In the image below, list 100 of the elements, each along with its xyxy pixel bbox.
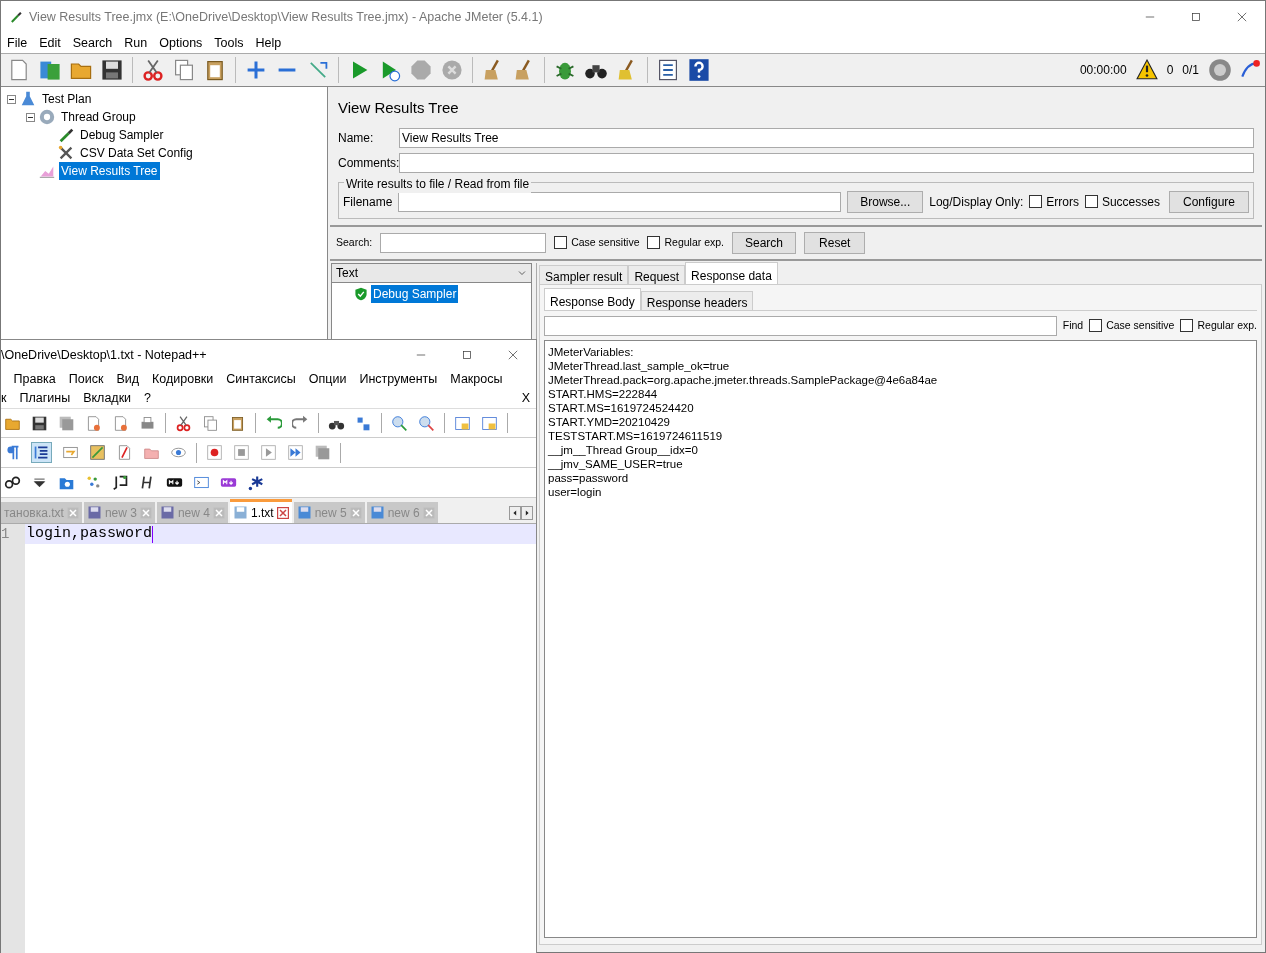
maximize-button[interactable]	[460, 348, 474, 362]
tree-item[interactable]: Debug Sampler	[78, 126, 166, 144]
tree-item[interactable]: CSV Data Set Config	[78, 144, 195, 162]
copy-icon[interactable]	[202, 414, 219, 432]
menu-item[interactable]: Правка	[7, 370, 63, 389]
browse-button[interactable]: Browse...	[847, 190, 924, 213]
tab[interactable]: Sampler result	[539, 264, 629, 284]
menu-item[interactable]: Help	[249, 33, 288, 53]
pipette-icon	[57, 126, 75, 144]
file-tab[interactable]: 1.txt	[229, 499, 292, 523]
checkbox[interactable]	[647, 236, 661, 249]
tab[interactable]: Request	[628, 264, 686, 284]
map-icon[interactable]	[89, 444, 106, 461]
search-button[interactable]: Search	[732, 231, 797, 254]
function-list-icon[interactable]	[116, 444, 133, 461]
response-line: __jmv_SAME_USER=true	[548, 456, 684, 471]
expand-toggle[interactable]	[7, 94, 16, 104]
checkbox-label: Regular exp.	[664, 234, 724, 250]
result-item[interactable]: Debug Sampler	[371, 284, 459, 303]
wrap-icon[interactable]	[62, 444, 79, 461]
left-arrow-icon	[511, 509, 519, 517]
close-document-button[interactable]: X	[521, 389, 530, 408]
zoom-in-icon[interactable]	[391, 414, 408, 432]
asterisk-icon[interactable]	[247, 474, 264, 491]
maximize-button[interactable]	[1189, 10, 1203, 24]
tab-close-icon[interactable]	[276, 506, 289, 519]
scroll-right-button[interactable]	[521, 506, 533, 520]
copy-icon[interactable]	[172, 58, 196, 82]
expand-toggle[interactable]	[26, 112, 35, 122]
redo-icon[interactable]	[292, 414, 309, 432]
close-all-icon[interactable]	[112, 414, 129, 432]
tab-label[interactable]: 1.txt	[250, 503, 274, 522]
cut-icon[interactable]	[141, 58, 165, 82]
menu-item[interactable]: к	[1, 389, 13, 408]
menu-item[interactable]: Плагины	[12, 389, 77, 408]
checkbox[interactable]	[1180, 319, 1194, 332]
menu-item[interactable]: Кодировки	[145, 370, 220, 389]
menu-item[interactable]: Вкладки	[76, 389, 138, 408]
checkbox[interactable]	[554, 236, 568, 249]
zoom-out-icon[interactable]	[418, 414, 435, 432]
menu-item[interactable]: Макросы	[443, 370, 509, 389]
tab[interactable]: Response headers	[640, 290, 754, 310]
search-field[interactable]	[380, 232, 547, 253]
menu-item[interactable]: Tools	[208, 33, 250, 53]
look-and-feel-icon[interactable]	[1208, 58, 1232, 82]
pilcrow-icon[interactable]	[4, 444, 21, 461]
checkbox[interactable]	[1084, 195, 1098, 208]
configure-button[interactable]: Configure	[1168, 190, 1249, 213]
menu-item[interactable]: Search	[66, 33, 119, 53]
record-icon[interactable]	[206, 444, 223, 461]
menu-item[interactable]: Run	[118, 33, 154, 53]
menu-item[interactable]: ?	[137, 389, 158, 408]
menu-item[interactable]: Поиск	[62, 370, 110, 389]
name-field[interactable]: View Results Tree	[399, 128, 1254, 148]
sync-vertical-icon[interactable]	[454, 414, 471, 432]
checkbox-label: Regular exp.	[1197, 317, 1257, 333]
response-line: TESTSTART.MS=1619724611519	[548, 428, 724, 443]
menu-item[interactable]: Вид	[109, 370, 146, 389]
menu-item[interactable]: Edit	[33, 33, 67, 53]
undo-icon[interactable]	[265, 414, 282, 432]
terminal-icon[interactable]	[193, 474, 210, 491]
save-icon[interactable]	[100, 58, 124, 82]
warning-icon[interactable]	[1135, 59, 1158, 81]
menu-item[interactable]: Options	[153, 33, 209, 53]
checkbox[interactable]	[1029, 195, 1043, 208]
menu-item[interactable]: Инструменты	[352, 370, 444, 389]
find-field[interactable]	[544, 315, 1057, 336]
scroll-left-button[interactable]	[509, 506, 521, 520]
filename-field[interactable]	[398, 191, 842, 212]
indent-guide-icon[interactable]	[33, 444, 50, 461]
play-icon[interactable]	[260, 444, 277, 461]
help-icon[interactable]	[687, 58, 711, 82]
link-icon[interactable]	[4, 474, 21, 491]
tree-item[interactable]: View Results Tree	[59, 162, 160, 180]
cut-icon[interactable]	[175, 414, 192, 432]
close-button[interactable]	[1235, 10, 1249, 24]
print-icon[interactable]	[139, 414, 156, 432]
menu-item[interactable]: File	[1, 33, 34, 53]
save-icon[interactable]	[31, 414, 48, 432]
paste-icon[interactable]	[229, 414, 246, 432]
tab[interactable]: Response data	[685, 261, 778, 284]
renderer-dropdown[interactable]: Text	[332, 263, 531, 283]
stop-icon[interactable]	[233, 444, 250, 461]
save-macro-icon[interactable]	[314, 444, 331, 461]
menu-item[interactable]: Синтаксисы	[219, 370, 303, 389]
comments-field[interactable]	[399, 153, 1254, 173]
menu-item[interactable]: Опции	[302, 370, 353, 389]
close-button[interactable]	[506, 348, 520, 362]
tab[interactable]: Response Body	[544, 287, 641, 310]
fast-forward-icon[interactable]	[287, 444, 304, 461]
dots-icon[interactable]	[85, 474, 102, 491]
checkbox[interactable]	[1089, 319, 1103, 332]
tree-item[interactable]: Thread Group	[59, 108, 138, 126]
save-all-icon[interactable]	[58, 414, 75, 432]
response-line: JMeterThread.pack=org.apache.jmeter.threads.SamplePackage@4e6a84ae	[548, 372, 939, 387]
close-file-icon[interactable]	[85, 414, 102, 432]
log-list-icon[interactable]	[656, 58, 680, 82]
sync-horizontal-icon[interactable]	[481, 414, 498, 432]
reset-button[interactable]: Reset	[804, 231, 866, 254]
tree-item[interactable]: Test Plan	[40, 90, 94, 108]
